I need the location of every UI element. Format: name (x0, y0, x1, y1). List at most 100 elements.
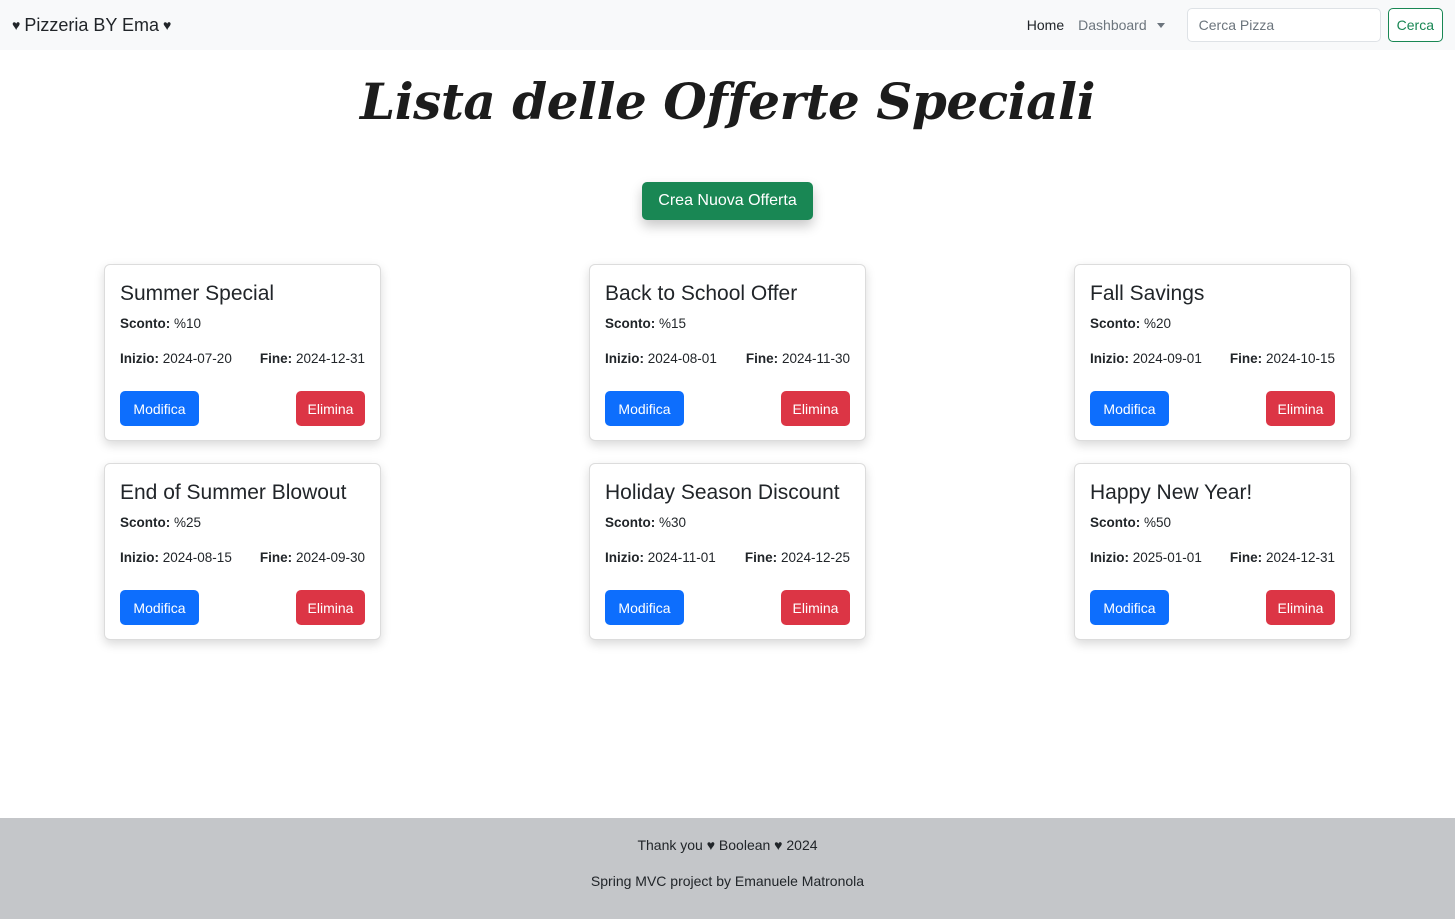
brand-label: Pizzeria BY Ema (24, 14, 160, 35)
offer-start: Inizio: 2025-01-01 (1090, 550, 1202, 565)
edit-button[interactable]: Modifica (605, 590, 684, 625)
start-value: 2024-08-01 (647, 351, 717, 366)
offer-dates: Inizio: 2024-08-01 Fine: 2024-11-30 (605, 351, 850, 366)
search-button[interactable]: Cerca (1387, 8, 1443, 42)
end-value: 2024-12-31 (295, 351, 365, 366)
offer-card: Fall Savings Sconto: %20 Inizio: 2024-09… (1074, 264, 1351, 441)
delete-button[interactable]: Elimina (296, 391, 365, 426)
start-label: Inizio: (120, 351, 159, 366)
offer-end: Fine: 2024-12-25 (745, 550, 850, 565)
offer-dates: Inizio: 2024-09-01 Fine: 2024-10-15 (1090, 351, 1335, 366)
discount-value: %15 (659, 316, 687, 331)
nav-dashboard-dropdown[interactable]: Dashboard (1078, 17, 1165, 33)
offer-start: Inizio: 2024-09-01 (1090, 351, 1202, 366)
offer-dates: Inizio: 2025-01-01 Fine: 2024-12-31 (1090, 550, 1335, 565)
nav-home-link[interactable]: Home (1027, 17, 1064, 33)
offer-start: Inizio: 2024-08-15 (120, 550, 232, 565)
discount-label: Sconto: (120, 316, 171, 331)
start-value: 2025-01-01 (1132, 550, 1202, 565)
start-label: Inizio: (1090, 550, 1129, 565)
offer-card: End of Summer Blowout Sconto: %25 Inizio… (104, 463, 381, 640)
discount-label: Sconto: (1090, 515, 1141, 530)
card-actions: Modifica Elimina (1090, 391, 1335, 426)
card-actions: Modifica Elimina (120, 590, 365, 625)
card-actions: Modifica Elimina (605, 590, 850, 625)
offer-dates: Inizio: 2024-08-15 Fine: 2024-09-30 (120, 550, 365, 565)
offer-title: End of Summer Blowout (120, 481, 347, 504)
edit-button[interactable]: Modifica (120, 590, 199, 625)
end-value: 2024-10-15 (1265, 351, 1335, 366)
footer: Thank you ♥ Boolean ♥ 2024 Spring MVC pr… (0, 818, 1455, 919)
start-value: 2024-09-01 (1132, 351, 1202, 366)
end-value: 2024-09-30 (295, 550, 365, 565)
offer-title: Back to School Offer (605, 282, 798, 305)
footer-credits: Spring MVC project by Emanuele Matronola (590, 873, 865, 889)
offer-card: Holiday Season Discount Sconto: %30 Iniz… (589, 463, 866, 640)
offer-discount: Sconto: %50 (1090, 515, 1335, 530)
offer-end: Fine: 2024-12-31 (260, 351, 365, 366)
card-actions: Modifica Elimina (605, 391, 850, 426)
offer-discount: Sconto: %30 (605, 515, 850, 530)
end-label: Fine: (744, 550, 778, 565)
offer-discount: Sconto: %15 (605, 316, 850, 331)
delete-button[interactable]: Elimina (296, 590, 365, 625)
dashboard-label: Dashboard (1078, 17, 1147, 33)
offer-title: Holiday Season Discount (605, 481, 840, 504)
offer-title: Fall Savings (1090, 282, 1205, 305)
edit-button[interactable]: Modifica (1090, 590, 1169, 625)
discount-label: Sconto: (1090, 316, 1141, 331)
offer-end: Fine: 2024-09-30 (260, 550, 365, 565)
offer-card: Summer Special Sconto: %10 Inizio: 2024-… (104, 264, 381, 441)
search-input[interactable] (1186, 8, 1381, 42)
offer-title: Happy New Year! (1090, 481, 1253, 504)
end-value: 2024-12-25 (780, 550, 850, 565)
offer-end: Fine: 2024-12-31 (1230, 550, 1335, 565)
discount-value: %20 (1144, 316, 1172, 331)
discount-label: Sconto: (605, 515, 656, 530)
discount-value: %10 (174, 316, 202, 331)
end-label: Fine: (259, 550, 293, 565)
discount-value: %50 (1144, 515, 1172, 530)
delete-button[interactable]: Elimina (1266, 590, 1335, 625)
start-value: 2024-11-01 (647, 550, 716, 565)
edit-button[interactable]: Modifica (120, 391, 199, 426)
delete-button[interactable]: Elimina (781, 391, 850, 426)
offer-discount: Sconto: %25 (120, 515, 365, 530)
offer-dates: Inizio: 2024-11-01 Fine: 2024-12-25 (605, 550, 850, 565)
create-offer-button[interactable]: Crea Nuova Offerta (642, 182, 813, 220)
card-actions: Modifica Elimina (1090, 590, 1335, 625)
navbar: ♥ Pizzeria BY Ema ♥ Home Dashboard Cerca (0, 0, 1455, 50)
end-label: Fine: (259, 351, 293, 366)
end-value: 2024-12-31 (1265, 550, 1335, 565)
start-label: Inizio: (1090, 351, 1129, 366)
offer-title: Summer Special (120, 282, 275, 305)
offer-discount: Sconto: %20 (1090, 316, 1335, 331)
start-value: 2024-07-20 (162, 351, 232, 366)
discount-value: %25 (174, 515, 202, 530)
discount-label: Sconto: (605, 316, 656, 331)
heart-icon: ♥ (163, 17, 172, 33)
offer-dates: Inizio: 2024-07-20 Fine: 2024-12-31 (120, 351, 365, 366)
end-label: Fine: (745, 351, 779, 366)
offer-end: Fine: 2024-10-15 (1230, 351, 1335, 366)
delete-button[interactable]: Elimina (1266, 391, 1335, 426)
edit-button[interactable]: Modifica (1090, 391, 1169, 426)
delete-button[interactable]: Elimina (781, 590, 850, 625)
footer-thanks: Thank you ♥ Boolean ♥ 2024 (637, 837, 818, 853)
start-label: Inizio: (605, 351, 644, 366)
caret-down-icon (1156, 22, 1165, 28)
offer-start: Inizio: 2024-11-01 (605, 550, 716, 565)
start-label: Inizio: (605, 550, 644, 565)
offer-discount: Sconto: %10 (120, 316, 365, 331)
brand[interactable]: ♥ Pizzeria BY Ema ♥ (12, 15, 171, 36)
end-value: 2024-11-30 (781, 351, 850, 366)
offer-end: Fine: 2024-11-30 (746, 351, 850, 366)
offer-card: Back to School Offer Sconto: %15 Inizio:… (589, 264, 866, 441)
end-label: Fine: (1229, 550, 1263, 565)
discount-value: %30 (659, 515, 687, 530)
start-label: Inizio: (120, 550, 159, 565)
offer-card: Happy New Year! Sconto: %50 Inizio: 2025… (1074, 463, 1351, 640)
nav-right: Home Dashboard Cerca (1027, 8, 1443, 42)
card-actions: Modifica Elimina (120, 391, 365, 426)
edit-button[interactable]: Modifica (605, 391, 684, 426)
